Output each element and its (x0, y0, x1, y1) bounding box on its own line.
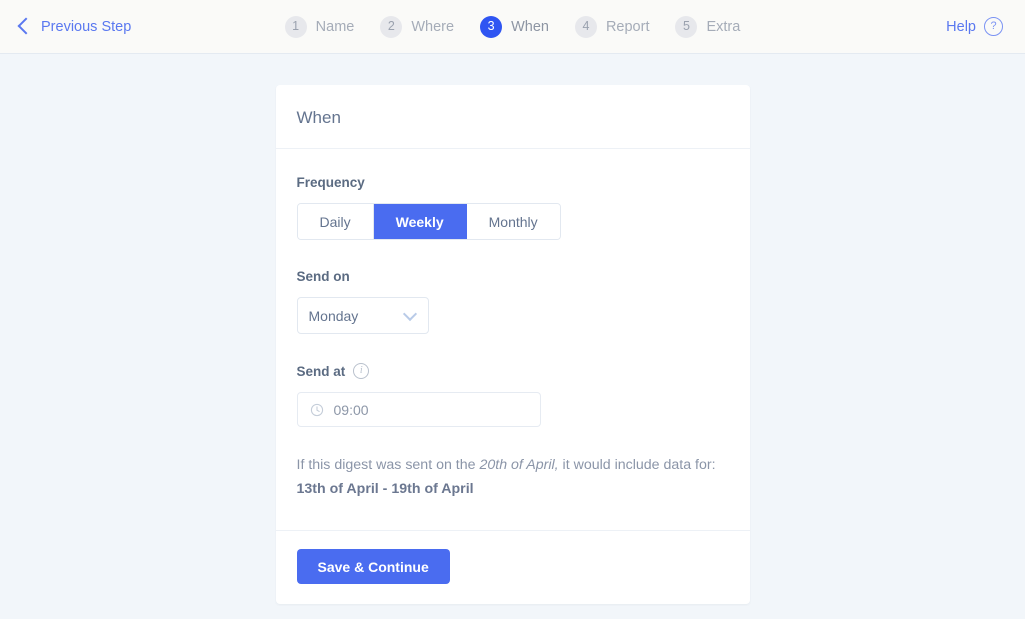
clock-icon (310, 403, 323, 416)
step-item-name[interactable]: 1 Name (284, 15, 355, 38)
step-number: 1 (284, 15, 307, 38)
send-at-label: Send at i (297, 363, 729, 379)
step-label: Report (605, 18, 650, 35)
info-icon[interactable]: i (353, 363, 370, 379)
summary-suffix: it would include data for: (558, 457, 716, 473)
send-at-value: 09:00 (333, 401, 369, 418)
top-bar: Previous Step 1 Name 2 Where 3 When 4 Re… (0, 0, 1025, 54)
wizard-stepper: 1 Name 2 Where 3 When 4 Report 5 Extra (284, 15, 741, 38)
question-mark-icon: ? (984, 17, 1003, 36)
summary-emphasis-date: 20th of April, (479, 457, 559, 473)
previous-step-button[interactable]: Previous Step (17, 17, 132, 35)
help-button[interactable]: Help ? (946, 17, 1003, 36)
chevron-left-icon (17, 17, 35, 35)
frequency-option-monthly[interactable]: Monthly (466, 204, 560, 239)
step-label: Where (411, 18, 455, 35)
step-label: Extra (706, 18, 741, 35)
step-item-when[interactable]: 3 When (480, 15, 549, 38)
send-on-select[interactable]: Monday (296, 297, 429, 334)
when-step-card: When Frequency Daily Weekly Monthly Send… (275, 85, 750, 604)
chevron-down-icon (402, 306, 417, 321)
step-number: 5 (675, 15, 698, 38)
step-label: Name (315, 18, 355, 35)
help-label: Help (946, 18, 976, 35)
frequency-option-weekly[interactable]: Weekly (373, 204, 467, 239)
page-title: When (296, 108, 341, 127)
card-footer: Save & Continue (275, 530, 750, 604)
page-content: When Frequency Daily Weekly Monthly Send… (0, 54, 1025, 604)
send-at-label-text: Send at (296, 363, 346, 379)
digest-summary-text: If this digest was sent on the 20th of A… (297, 454, 729, 476)
step-item-extra[interactable]: 5 Extra (675, 15, 741, 38)
step-number: 2 (380, 15, 403, 38)
step-number: 4 (574, 15, 597, 38)
digest-date-range: 13th of April - 19th of April (296, 481, 474, 497)
send-on-label-text: Send on (296, 269, 350, 284)
frequency-label-text: Frequency (296, 175, 365, 190)
previous-step-label: Previous Step (41, 18, 132, 35)
frequency-option-daily[interactable]: Daily (297, 204, 374, 239)
frequency-label: Frequency (297, 175, 729, 190)
send-at-time-input[interactable]: 09:00 (296, 392, 541, 427)
send-on-label: Send on (297, 269, 729, 284)
send-on-value: Monday (308, 307, 359, 324)
card-header: When (275, 85, 750, 149)
step-number: 3 (480, 15, 503, 38)
frequency-segmented-control: Daily Weekly Monthly (296, 203, 561, 240)
summary-prefix: If this digest was sent on the (296, 457, 480, 473)
card-body: Frequency Daily Weekly Monthly Send on M… (276, 149, 750, 530)
step-item-report[interactable]: 4 Report (574, 15, 650, 38)
step-item-where[interactable]: 2 Where (380, 15, 455, 38)
save-and-continue-button[interactable]: Save & Continue (296, 549, 450, 584)
step-label: When (511, 18, 549, 35)
